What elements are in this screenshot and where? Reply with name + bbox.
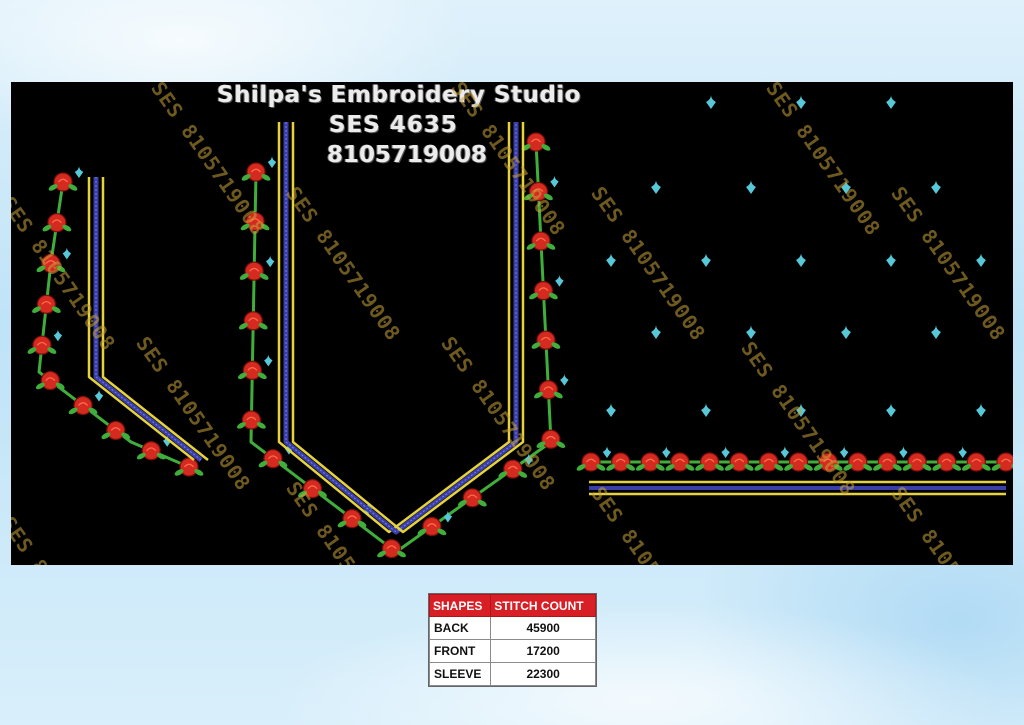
rose-motif xyxy=(40,370,60,391)
bud-motif xyxy=(555,274,564,287)
rose-motif xyxy=(243,311,263,331)
bud-motif xyxy=(550,175,559,188)
bud-motif xyxy=(62,247,72,260)
bud-motif xyxy=(780,446,790,458)
bud-motif xyxy=(264,354,273,367)
rose-motif xyxy=(907,452,927,472)
center-neckline-inner-gold xyxy=(291,122,525,534)
rose-motif xyxy=(106,420,126,441)
rose-motif xyxy=(536,330,556,350)
stitch-count-cell: 22300 xyxy=(490,662,596,686)
bud-motif xyxy=(265,255,275,268)
bud-motif xyxy=(560,373,569,386)
rose-motif xyxy=(241,410,262,430)
rose-motif xyxy=(877,452,898,472)
rose-motif xyxy=(533,281,554,301)
rose-motif xyxy=(36,294,56,314)
rose-motif xyxy=(381,539,402,559)
bud-motif xyxy=(602,446,612,458)
shape-cell: BACK xyxy=(428,616,492,640)
rose-motif xyxy=(246,162,266,182)
studio-phone: 8105719008 xyxy=(327,142,488,168)
table-row: FRONT 17200 xyxy=(428,639,596,663)
bud-motif xyxy=(886,95,896,109)
bud-motif xyxy=(886,253,896,267)
bud-motif xyxy=(899,446,908,458)
bud-motif xyxy=(839,446,849,458)
rose-motif xyxy=(263,449,283,469)
rose-motif xyxy=(244,261,264,281)
rose-motif xyxy=(462,488,482,508)
rose-motif xyxy=(996,452,1013,472)
design-canvas: Shilpa's Embroidery Studio SES 4635 8105… xyxy=(11,82,1013,565)
design-code: SES 4635 xyxy=(329,112,458,138)
stitch-count-cell: 17200 xyxy=(490,639,596,663)
bud-motif xyxy=(931,325,941,339)
bud-motif xyxy=(931,180,941,194)
rose-motif xyxy=(759,452,779,472)
rose-motif xyxy=(611,452,631,472)
rose-motif xyxy=(848,452,868,472)
bud-motif xyxy=(976,403,986,417)
shapes-column-header: SHAPES xyxy=(428,594,492,617)
rose-motif xyxy=(640,452,660,472)
bud-motif xyxy=(958,446,967,458)
bud-motif xyxy=(53,329,63,342)
bud-motif xyxy=(606,403,616,417)
rose-motif xyxy=(788,452,809,472)
rose-motif xyxy=(47,213,67,233)
bud-motif xyxy=(701,253,711,267)
table-header-row: SHAPES STITCH COUNT xyxy=(428,594,596,617)
stitch-count-table: SHAPES STITCH COUNT BACK 45900 FRONT 172… xyxy=(428,594,596,686)
bud-motif xyxy=(976,253,986,267)
stitch-count-column-header: STITCH COUNT xyxy=(490,594,596,617)
rose-motif xyxy=(53,172,73,192)
bud-motif xyxy=(651,180,661,194)
bud-motif xyxy=(606,253,616,267)
rose-motif xyxy=(581,452,601,472)
rose-motif xyxy=(141,441,161,461)
rose-motif xyxy=(937,452,957,472)
bud-motif xyxy=(721,446,730,458)
bud-motif xyxy=(796,253,806,267)
rose-motif xyxy=(541,429,561,449)
bud-motif xyxy=(701,403,711,417)
rose-motif xyxy=(538,380,558,400)
rose-motif xyxy=(73,395,93,416)
shape-cell: FRONT xyxy=(428,639,492,663)
rose-motif xyxy=(526,132,546,152)
bud-motif xyxy=(94,389,104,402)
stitch-count-cell: 45900 xyxy=(490,616,596,640)
shape-cell: SLEEVE xyxy=(428,662,492,686)
rose-motif xyxy=(670,452,690,472)
rose-motif xyxy=(32,335,52,355)
rose-motif xyxy=(699,452,720,472)
bud-motif xyxy=(651,325,661,339)
rose-motif xyxy=(179,457,199,477)
bud-motif xyxy=(841,325,851,339)
rose-motif xyxy=(729,452,749,472)
bud-motif xyxy=(74,166,84,178)
rose-motif xyxy=(242,360,262,380)
bud-motif xyxy=(267,156,277,168)
table-row: BACK 45900 xyxy=(428,616,596,640)
bud-motif xyxy=(886,403,896,417)
bud-motif xyxy=(746,180,756,194)
studio-name: Shilpa's Embroidery Studio xyxy=(217,82,582,108)
bud-motif xyxy=(662,446,671,458)
rose-motif xyxy=(966,452,986,472)
rose-motif xyxy=(342,509,362,529)
rose-motif xyxy=(422,516,442,537)
table-row: SLEEVE 22300 xyxy=(428,662,596,686)
bud-motif xyxy=(706,95,716,109)
